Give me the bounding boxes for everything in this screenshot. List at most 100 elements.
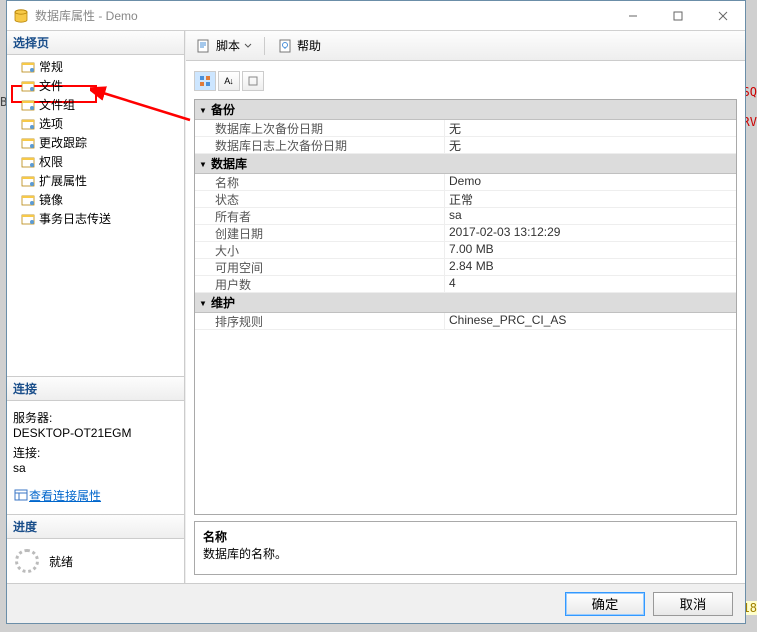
toolbar-separator [264,37,265,55]
property-name: 用户数 [195,276,445,292]
property-name: 大小 [195,242,445,258]
categorized-button[interactable] [194,71,216,91]
dialog-button-bar: 确定 取消 [7,583,745,623]
script-icon [196,38,212,54]
property-row[interactable]: 创建日期2017-02-03 13:12:29 [195,225,736,242]
category-label: 维护 [211,293,235,312]
page-icon [21,155,37,169]
property-row[interactable]: 数据库上次备份日期无 [195,120,736,137]
property-value: sa [445,208,736,224]
cancel-button[interactable]: 取消 [653,592,733,616]
description-title: 名称 [203,528,728,545]
select-page-header: 选择页 [7,31,184,55]
description-text: 数据库的名称。 [203,545,728,562]
minimize-button[interactable] [610,1,655,30]
script-button[interactable]: 脚本 [192,35,256,56]
page-label: 镜像 [39,191,63,208]
page-icon [21,193,37,207]
property-row[interactable]: 状态正常 [195,191,736,208]
page-item-8[interactable]: 事务日志传送 [7,209,184,228]
page-label: 常规 [39,58,63,75]
page-item-0[interactable]: 常规 [7,57,184,76]
script-label: 脚本 [216,37,240,54]
page-label: 更改跟踪 [39,134,87,151]
property-row[interactable]: 数据库日志上次备份日期无 [195,137,736,154]
page-item-3[interactable]: 选项 [7,114,184,133]
property-value: 无 [445,137,736,153]
property-row[interactable]: 名称Demo [195,174,736,191]
right-pane: 脚本 帮助 A↓ ▾备份数据库上次备份日期无数据库日志上次备份日期无▾数据库名称… [185,31,745,583]
property-name: 创建日期 [195,225,445,241]
view-connection-properties-link[interactable]: 查看连接属性 [13,487,101,504]
page-item-6[interactable]: 扩展属性 [7,171,184,190]
page-item-1[interactable]: 文件 [7,76,184,95]
progress-status: 就绪 [49,553,73,570]
page-label: 文件组 [39,96,75,113]
left-pane: 选择页 常规文件文件组选项更改跟踪权限扩展属性镜像事务日志传送 连接 服务器: … [7,31,185,583]
page-icon [21,117,37,131]
connection-label: 连接: [13,444,178,461]
page-icon [21,212,37,226]
page-label: 文件 [39,77,63,94]
close-button[interactable] [700,1,745,30]
property-row[interactable]: 可用空间2.84 MB [195,259,736,276]
page-list: 常规文件文件组选项更改跟踪权限扩展属性镜像事务日志传送 [7,55,184,230]
property-name: 数据库上次备份日期 [195,120,445,136]
property-row[interactable]: 所有者sa [195,208,736,225]
property-name: 可用空间 [195,259,445,275]
page-label: 事务日志传送 [39,210,111,227]
view-connection-properties-label: 查看连接属性 [29,487,101,504]
property-name: 所有者 [195,208,445,224]
maximize-button[interactable] [655,1,700,30]
dialog-window: 数据库属性 - Demo 选择页 常规文件文件组选项更改跟踪权限扩展属性镜像事务… [6,0,746,624]
connection-value: sa [13,461,178,475]
property-name: 数据库日志上次备份日期 [195,137,445,153]
property-pages-button[interactable] [242,71,264,91]
property-name: 排序规则 [195,313,445,329]
category-row[interactable]: ▾数据库 [195,154,736,174]
page-item-2[interactable]: 文件组 [7,95,184,114]
server-value: DESKTOP-OT21EGM [13,426,178,440]
category-label: 数据库 [211,154,247,173]
property-row[interactable]: 用户数4 [195,276,736,293]
database-icon [13,8,29,24]
expand-icon[interactable]: ▾ [195,157,211,171]
help-label: 帮助 [297,37,321,54]
property-value: 7.00 MB [445,242,736,258]
page-icon [21,79,37,93]
properties-icon [13,487,29,503]
connection-header: 连接 [7,377,184,401]
property-grid[interactable]: ▾备份数据库上次备份日期无数据库日志上次备份日期无▾数据库名称Demo状态正常所… [194,99,737,515]
property-value: 4 [445,276,736,292]
page-icon [21,136,37,150]
property-grid-toolbar: A↓ [194,69,737,93]
page-label: 权限 [39,153,63,170]
property-value: Demo [445,174,736,190]
progress-spinner-icon [15,549,39,573]
ok-button[interactable]: 确定 [565,592,645,616]
page-icon [21,98,37,112]
description-panel: 名称 数据库的名称。 [194,521,737,575]
property-value: Chinese_PRC_CI_AS [445,313,736,329]
category-row[interactable]: ▾维护 [195,293,736,313]
titlebar: 数据库属性 - Demo [7,1,745,31]
progress-header: 进度 [7,515,184,539]
property-value: 2017-02-03 13:12:29 [445,225,736,241]
page-item-4[interactable]: 更改跟踪 [7,133,184,152]
page-item-7[interactable]: 镜像 [7,190,184,209]
expand-icon[interactable]: ▾ [195,103,211,117]
page-label: 扩展属性 [39,172,87,189]
server-label: 服务器: [13,409,178,426]
property-row[interactable]: 排序规则Chinese_PRC_CI_AS [195,313,736,330]
expand-icon[interactable]: ▾ [195,296,211,310]
alphabetical-button[interactable]: A↓ [218,71,240,91]
property-row[interactable]: 大小7.00 MB [195,242,736,259]
category-row[interactable]: ▾备份 [195,100,736,120]
category-label: 备份 [211,100,235,119]
page-item-5[interactable]: 权限 [7,152,184,171]
page-icon [21,60,37,74]
property-value: 无 [445,120,736,136]
help-button[interactable]: 帮助 [273,35,325,56]
property-name: 状态 [195,191,445,207]
help-icon [277,38,293,54]
